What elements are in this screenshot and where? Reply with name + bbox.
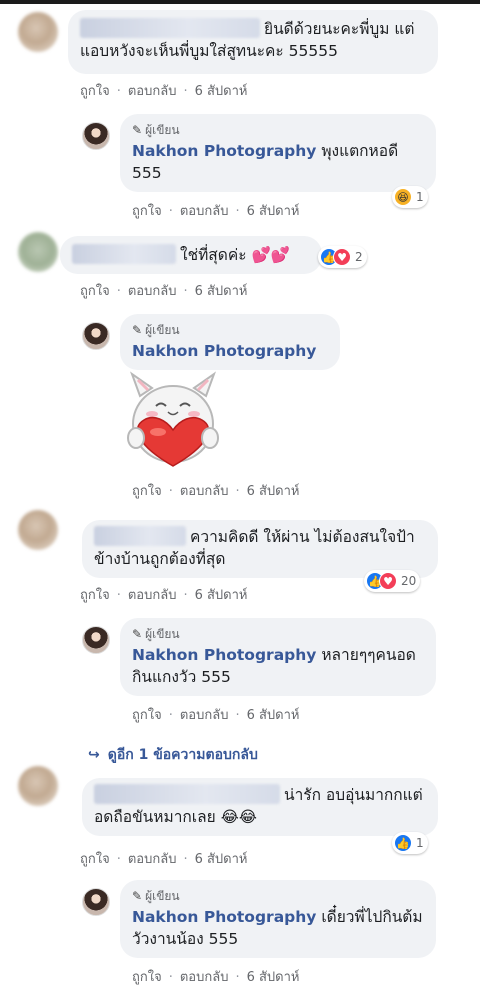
like-reaction-icon: 👍 <box>394 834 412 852</box>
page-avatar[interactable] <box>82 888 110 916</box>
reply-link[interactable]: ตอบกลับ <box>180 970 229 985</box>
pencil-icon: ✎ <box>132 889 143 903</box>
timestamp[interactable]: 6 สัปดาห์ <box>247 204 300 219</box>
page-name-link[interactable]: Nakhon Photography <box>132 142 316 160</box>
pencil-icon: ✎ <box>132 323 143 337</box>
reply-link[interactable]: ตอบกลับ <box>128 588 177 603</box>
page-name-link[interactable]: Nakhon Photography <box>132 646 316 664</box>
like-link[interactable]: ถูกใจ <box>80 852 110 867</box>
haha-reaction-icon: 😆 <box>394 188 412 206</box>
like-link[interactable]: ถูกใจ <box>132 484 162 499</box>
author-badge: ✎ ผู้เขียน <box>132 323 180 337</box>
comment-bubble: น่ารัก อบอุ่นมากกแต่อดถือขันหมากเลย 😂😂 <box>82 778 438 836</box>
timestamp[interactable]: 6 สัปดาห์ <box>195 588 248 603</box>
timestamp[interactable]: 6 สัปดาห์ <box>247 484 300 499</box>
reaction-summary[interactable]: 👍 1 <box>392 832 428 854</box>
reply-link[interactable]: ตอบกลับ <box>128 284 177 299</box>
reply-actions: ถูกใจ · ตอบกลับ · 6 สัปดาห์ <box>132 708 300 723</box>
author-badge: ✎ ผู้เขียน <box>132 627 180 641</box>
avatar[interactable] <box>18 12 58 52</box>
reply-link[interactable]: ตอบกลับ <box>180 708 229 723</box>
page-avatar[interactable] <box>82 122 110 150</box>
timestamp[interactable]: 6 สัปดาห์ <box>247 970 300 985</box>
commenter-name-blurred[interactable] <box>94 784 280 804</box>
like-link[interactable]: ถูกใจ <box>132 708 162 723</box>
reply-actions: ถูกใจ · ตอบกลับ · 6 สัปดาห์ <box>132 484 300 499</box>
top-edge-bar <box>0 0 480 4</box>
reply-bubble: ✎ ผู้เขียน Nakhon Photography หลายๆๆคนอดก… <box>120 618 436 696</box>
reply-link[interactable]: ตอบกลับ <box>180 204 229 219</box>
like-link[interactable]: ถูกใจ <box>132 204 162 219</box>
love-reaction-icon: ♥ <box>379 572 397 590</box>
author-badge: ✎ ผู้เขียน <box>132 889 180 903</box>
comment-actions: ถูกใจ · ตอบกลับ · 6 สัปดาห์ <box>80 852 248 867</box>
reply-link[interactable]: ตอบกลับ <box>128 852 177 867</box>
reply-link[interactable]: ตอบกลับ <box>180 484 229 499</box>
comment-actions: ถูกใจ · ตอบกลับ · 6 สัปดาห์ <box>80 84 248 99</box>
comment-actions: ถูกใจ · ตอบกลับ · 6 สัปดาห์ <box>80 588 248 603</box>
page-name-link[interactable]: Nakhon Photography <box>132 342 316 360</box>
author-badge: ✎ ผู้เขียน <box>132 123 180 137</box>
reply-link[interactable]: ตอบกลับ <box>128 84 177 99</box>
pencil-icon: ✎ <box>132 123 143 137</box>
avatar[interactable] <box>18 232 58 272</box>
comment-bubble: ยินดีด้วยนะคะพี่บูม แต่แอบหวังจะเห็นพี่บ… <box>68 10 438 74</box>
timestamp[interactable]: 6 สัปดาห์ <box>247 708 300 723</box>
avatar[interactable] <box>18 510 58 550</box>
commenter-name-blurred[interactable] <box>72 244 176 264</box>
reply-bubble: ✎ ผู้เขียน Nakhon Photography พุงแตกหอดี … <box>120 114 436 192</box>
reaction-summary[interactable]: 👍 ♥ 2 <box>318 246 367 268</box>
reaction-summary[interactable]: 👍 ♥ 20 <box>364 570 421 592</box>
love-reaction-icon: ♥ <box>333 248 351 266</box>
like-link[interactable]: ถูกใจ <box>80 588 110 603</box>
comment-text: ใช่ที่สุดค่ะ 💕💕 <box>180 246 291 264</box>
view-more-replies-link[interactable]: ↪ ดูอีก 1 ข้อความตอบกลับ <box>88 744 258 766</box>
comment-actions: ถูกใจ · ตอบกลับ · 6 สัปดาห์ <box>80 284 248 299</box>
timestamp[interactable]: 6 สัปดาห์ <box>195 852 248 867</box>
reply-bubble: ✎ ผู้เขียน Nakhon Photography <box>120 314 340 370</box>
page-name-link[interactable]: Nakhon Photography <box>132 908 316 926</box>
reply-actions: ถูกใจ · ตอบกลับ · 6 สัปดาห์ <box>132 970 300 985</box>
reply-arrow-icon: ↪ <box>88 747 100 763</box>
reply-bubble: ✎ ผู้เขียน Nakhon Photography เดี๋ยวพี่ไป… <box>120 880 436 958</box>
reaction-summary[interactable]: 😆 1 <box>392 186 428 208</box>
page-avatar[interactable] <box>82 322 110 350</box>
like-link[interactable]: ถูกใจ <box>80 84 110 99</box>
timestamp[interactable]: 6 สัปดาห์ <box>195 284 248 299</box>
like-link[interactable]: ถูกใจ <box>132 970 162 985</box>
commenter-name-blurred[interactable] <box>80 18 260 38</box>
comment-bubble: ใช่ที่สุดค่ะ 💕💕 <box>60 236 322 274</box>
page-avatar[interactable] <box>82 626 110 654</box>
reply-actions: ถูกใจ · ตอบกลับ · 6 สัปดาห์ <box>132 204 300 219</box>
pencil-icon: ✎ <box>132 627 143 641</box>
avatar[interactable] <box>18 766 58 806</box>
timestamp[interactable]: 6 สัปดาห์ <box>195 84 248 99</box>
hamster-heart-sticker[interactable] <box>118 366 228 476</box>
like-link[interactable]: ถูกใจ <box>80 284 110 299</box>
commenter-name-blurred[interactable] <box>94 526 186 546</box>
